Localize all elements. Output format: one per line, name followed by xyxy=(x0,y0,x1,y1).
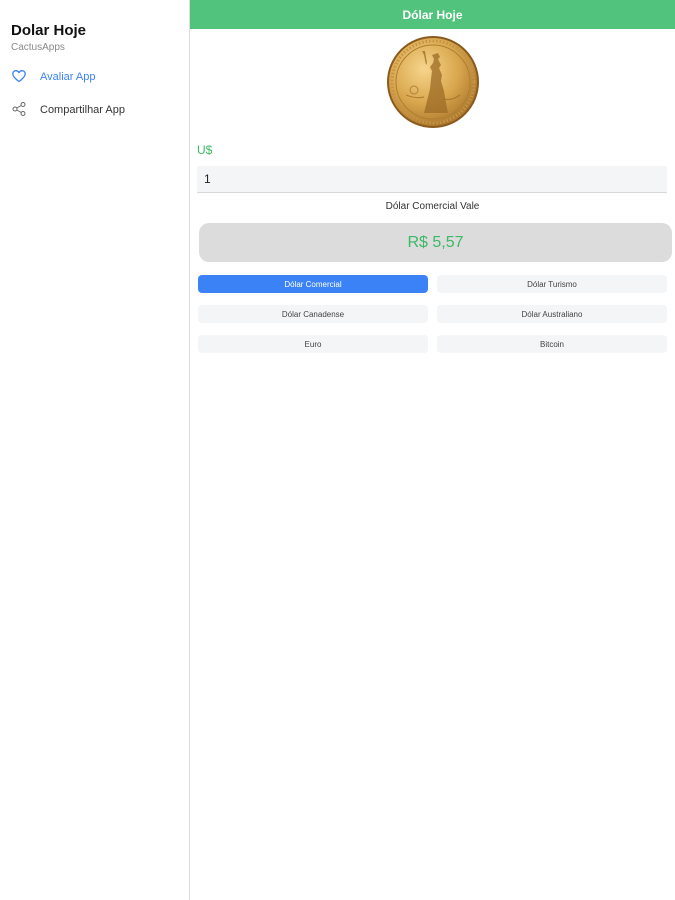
header-bar: Dólar Hoje xyxy=(190,0,675,29)
sidebar-item-label: Avaliar App xyxy=(40,71,96,83)
sidebar-item-label: Compartilhar App xyxy=(40,104,125,116)
share-icon xyxy=(11,101,27,117)
converted-value: R$ 5,57 xyxy=(407,233,464,251)
sidebar: Dolar Hoje CactusApps Avaliar App Compar… xyxy=(0,0,190,900)
currency-button-dolar-comercial[interactable]: Dólar Comercial xyxy=(198,275,428,293)
main-content: Dólar Hoje U$ 1 Dólar Comercial Vale R$ … xyxy=(190,0,675,900)
dollar-coin-image xyxy=(386,35,480,129)
value-caption: Dólar Comercial Vale xyxy=(385,201,480,212)
currency-symbol-label: U$ xyxy=(197,143,213,157)
amount-input[interactable] xyxy=(197,166,667,193)
heart-icon xyxy=(11,68,27,84)
app-subtitle: CactusApps xyxy=(11,42,65,53)
currency-button-euro[interactable]: Euro xyxy=(198,335,428,353)
currency-button-dolar-turismo[interactable]: Dólar Turismo xyxy=(437,275,667,293)
currency-button-dolar-australiano[interactable]: Dólar Australiano xyxy=(437,305,667,323)
app-title: Dolar Hoje xyxy=(11,22,87,39)
sidebar-item-rate-app[interactable]: Avaliar App xyxy=(0,64,189,90)
sidebar-item-share-app[interactable]: Compartilhar App xyxy=(0,97,189,123)
page-title: Dólar Hoje xyxy=(402,7,463,22)
currency-button-bitcoin[interactable]: Bitcoin xyxy=(437,335,667,353)
result-display: R$ 5,57 xyxy=(199,223,672,262)
app-window: Dolar Hoje CactusApps Avaliar App Compar… xyxy=(0,0,675,900)
currency-button-dolar-canadense[interactable]: Dólar Canadense xyxy=(198,305,428,323)
